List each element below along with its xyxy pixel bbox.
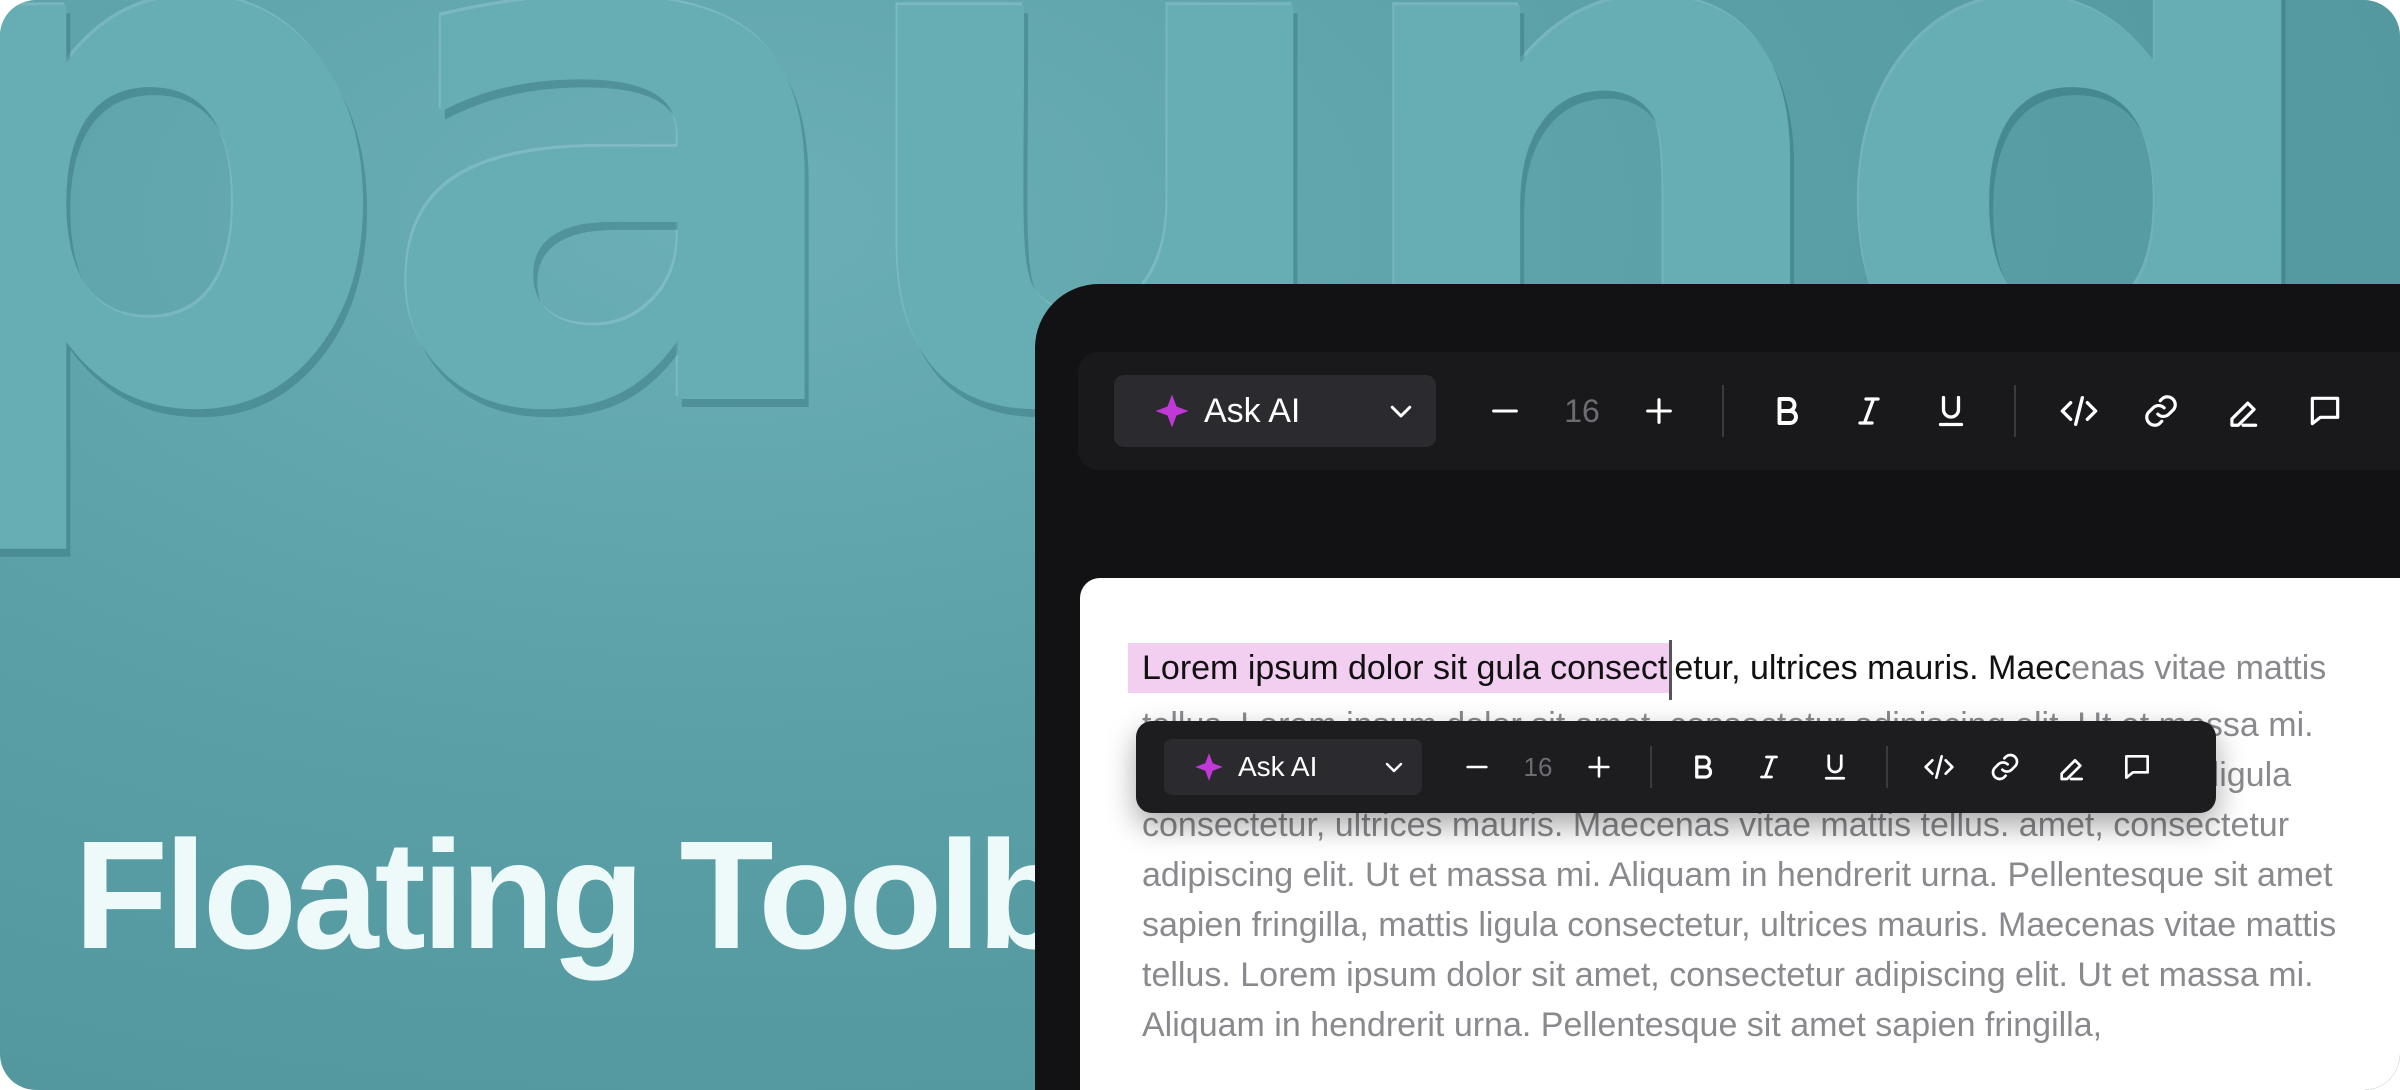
comment-icon bbox=[2310, 396, 2340, 426]
ask-ai-button[interactable]: Ask AI bbox=[1114, 375, 1436, 447]
ask-ai-button[interactable]: Ask AI bbox=[1164, 739, 1422, 795]
bold-button[interactable] bbox=[1746, 375, 1828, 447]
link-icon bbox=[1991, 753, 2019, 781]
highlight-button[interactable] bbox=[2202, 375, 2284, 447]
ask-ai-label: Ask AI bbox=[1204, 391, 1301, 430]
link-icon bbox=[2145, 395, 2177, 427]
underline-button[interactable] bbox=[1910, 375, 1992, 447]
italic-button[interactable] bbox=[1736, 739, 1802, 795]
decrease-font-button[interactable] bbox=[1464, 375, 1546, 447]
decrease-font-button[interactable] bbox=[1444, 739, 1510, 795]
first-line-rest: etur, ultrices mauris. Maec bbox=[1674, 648, 2072, 687]
bold-button[interactable] bbox=[1670, 739, 1736, 795]
highlight-button[interactable] bbox=[2038, 739, 2104, 795]
underline-icon bbox=[1824, 754, 1846, 780]
increase-font-button[interactable] bbox=[1566, 739, 1632, 795]
text-caret bbox=[1669, 640, 1673, 700]
comment-button[interactable] bbox=[2284, 375, 2366, 447]
italic-button[interactable] bbox=[1828, 375, 1910, 447]
underline-icon bbox=[1938, 395, 1964, 427]
sparkle-icon bbox=[1195, 753, 1223, 781]
first-line: Lorem ipsum dolor sit gula consect etur, … bbox=[1128, 640, 2145, 700]
first-line-faded: enas bbox=[2071, 648, 2145, 687]
ask-ai-label: Ask AI bbox=[1238, 751, 1318, 782]
underline-button[interactable] bbox=[1802, 739, 1868, 795]
divider bbox=[2014, 385, 2016, 437]
comment-icon bbox=[2125, 755, 2149, 779]
font-size-value[interactable]: 16 bbox=[1510, 752, 1566, 783]
italic-icon bbox=[1858, 397, 1880, 425]
canvas: paund Floating Toolbar Ask AI 16 bbox=[0, 0, 2400, 1090]
link-button[interactable] bbox=[1972, 739, 2038, 795]
divider bbox=[1722, 385, 1724, 437]
sparkle-icon bbox=[1155, 394, 1189, 428]
main-toolbar: Ask AI 16 bbox=[1078, 352, 2400, 470]
bold-icon bbox=[1695, 755, 1713, 779]
highlighter-icon bbox=[2060, 759, 2083, 781]
highlighter-icon bbox=[2230, 401, 2258, 427]
selected-text[interactable]: Lorem ipsum dolor sit gula consect bbox=[1128, 642, 1670, 693]
plus-icon bbox=[1646, 398, 1672, 424]
italic-icon bbox=[1760, 755, 1778, 779]
minus-icon bbox=[1466, 765, 1488, 769]
code-button[interactable] bbox=[1906, 739, 1972, 795]
divider bbox=[1886, 746, 1888, 788]
link-button[interactable] bbox=[2120, 375, 2202, 447]
document-text[interactable]: Lorem ipsum dolor sit gula consect etur, … bbox=[1128, 640, 2382, 1050]
code-icon bbox=[1924, 755, 1954, 779]
increase-font-button[interactable] bbox=[1618, 375, 1700, 447]
plus-icon bbox=[1588, 756, 1610, 778]
code-button[interactable] bbox=[2038, 375, 2120, 447]
code-icon bbox=[2060, 396, 2098, 426]
divider bbox=[1650, 746, 1652, 788]
bold-icon bbox=[1777, 397, 1798, 425]
floating-toolbar: Ask AI 16 bbox=[1136, 721, 2216, 813]
chevron-down-icon bbox=[1385, 762, 1403, 773]
body-text: vitae mattis tellus. Lorem ipsum dolor s… bbox=[1142, 648, 2337, 1044]
document-page[interactable]: Lorem ipsum dolor sit gula consect etur, … bbox=[1080, 578, 2400, 1090]
comment-button[interactable] bbox=[2104, 739, 2170, 795]
minus-icon bbox=[1492, 409, 1518, 413]
chevron-down-icon bbox=[1390, 405, 1412, 418]
font-size-value[interactable]: 16 bbox=[1546, 393, 1618, 430]
